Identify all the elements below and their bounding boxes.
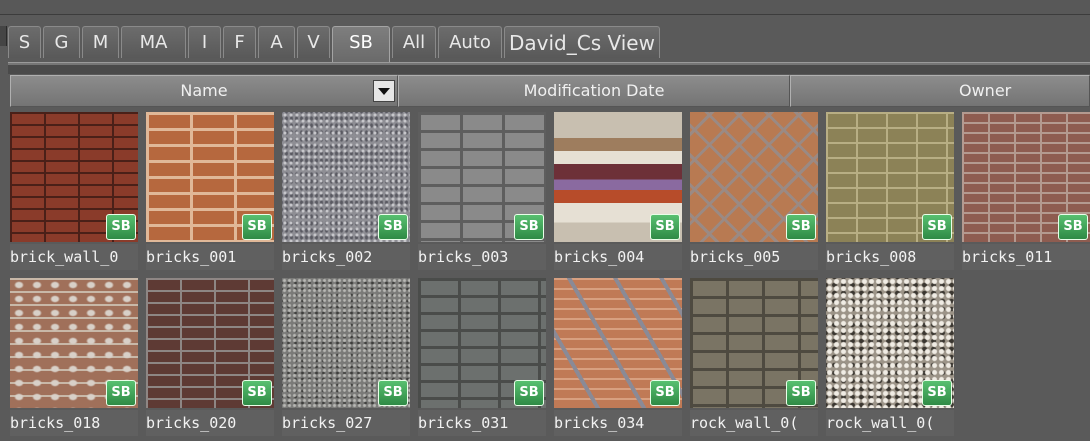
texture-thumbnail: SB [554,112,682,242]
texture-thumbnail: SB [282,112,410,242]
asset-item[interactable]: SB bricks_020 [146,278,274,436]
column-owner[interactable]: Owner [790,75,1090,107]
tab-david-cs-view[interactable]: David_Cs View [504,26,660,58]
texture-thumbnail: SB [826,112,954,242]
sb-badge-icon: SB [650,214,680,240]
asset-item[interactable]: SB bricks_002 [282,112,410,270]
asset-item[interactable]: SB rock_wall_0( [690,278,818,436]
asset-name: bricks_020 [146,410,274,436]
sb-badge-icon: SB [1058,214,1088,240]
texture-thumbnail: SB [690,112,818,242]
asset-grid: SB brick_wall_0 SB bricks_001 SB bricks_… [10,112,1090,441]
texture-thumbnail: SB [146,278,274,408]
texture-thumbnail: SB [554,278,682,408]
sb-badge-icon: SB [514,214,544,240]
sb-badge-icon: SB [106,380,136,406]
texture-thumbnail: SB [962,112,1090,242]
asset-name: bricks_011 [962,244,1090,270]
tab-s[interactable]: S [8,26,41,58]
sb-badge-icon: SB [786,380,816,406]
asset-item[interactable]: SB bricks_004 [554,112,682,270]
texture-thumbnail: SB [146,112,274,242]
sb-badge-icon: SB [650,380,680,406]
asset-name: bricks_002 [282,244,410,270]
texture-thumbnail: SB [10,112,138,242]
sb-badge-icon: SB [378,214,408,240]
texture-thumbnail: SB [10,278,138,408]
texture-thumbnail: SB [418,278,546,408]
tab-v[interactable]: V [297,26,330,58]
asset-item[interactable]: SB bricks_011 [962,112,1090,270]
tab-a[interactable]: A [258,26,295,58]
asset-item[interactable]: SB bricks_018 [10,278,138,436]
asset-name: bricks_001 [146,244,274,270]
asset-item[interactable]: SB bricks_008 [826,112,954,270]
sb-badge-icon: SB [922,214,952,240]
asset-item[interactable]: SB bricks_034 [554,278,682,436]
asset-item[interactable]: SB bricks_001 [146,112,274,270]
sb-badge-icon: SB [378,380,408,406]
tab-ma[interactable]: MA [121,26,186,58]
tab-g[interactable]: G [43,26,80,58]
asset-item[interactable]: SB bricks_027 [282,278,410,436]
asset-name: brick_wall_0 [10,244,138,270]
asset-item[interactable]: SB bricks_005 [690,112,818,270]
asset-item[interactable]: SB bricks_003 [418,112,546,270]
tab-f[interactable]: F [223,26,256,58]
column-owner-label: Owner [959,81,1012,100]
asset-name: bricks_034 [554,410,682,436]
tab-all[interactable]: All [392,26,436,58]
sb-badge-icon: SB [922,380,952,406]
panel-edge [0,26,7,46]
asset-name: bricks_005 [690,244,818,270]
asset-name: bricks_027 [282,410,410,436]
column-header: Name Modification Date Owner [10,75,1090,107]
sb-badge-icon: SB [514,380,544,406]
asset-item[interactable]: SB brick_wall_0 [10,112,138,270]
sb-badge-icon: SB [786,214,816,240]
top-bar [0,0,1090,15]
texture-thumbnail: SB [690,278,818,408]
asset-name: rock_wall_0( [826,410,954,436]
asset-name: rock_wall_0( [690,410,818,436]
sb-badge-icon: SB [106,214,136,240]
sb-badge-icon: SB [242,380,272,406]
asset-name: bricks_018 [10,410,138,436]
texture-thumbnail: SB [826,278,954,408]
asset-name: bricks_008 [826,244,954,270]
asset-item[interactable]: SB rock_wall_0( [826,278,954,436]
texture-thumbnail: SB [282,278,410,408]
column-modification-date[interactable]: Modification Date [398,75,790,107]
tab-auto[interactable]: Auto [438,26,502,58]
tab-bar: S G M MA I F A V SB All Auto David_Cs Vi… [8,26,662,62]
tab-sb[interactable]: SB [332,26,390,62]
asset-name: bricks_031 [418,410,546,436]
toolbar-strip [8,65,1090,74]
sort-dropdown-icon[interactable] [373,80,395,102]
column-date-label: Modification Date [523,81,665,100]
column-name-label: Name [180,81,228,100]
texture-thumbnail: SB [418,112,546,242]
sb-badge-icon: SB [242,214,272,240]
tab-m[interactable]: M [82,26,119,58]
asset-name: bricks_004 [554,244,682,270]
asset-name: bricks_003 [418,244,546,270]
tab-i[interactable]: I [188,26,221,58]
asset-item[interactable]: SB bricks_031 [418,278,546,436]
column-name[interactable]: Name [10,75,398,107]
